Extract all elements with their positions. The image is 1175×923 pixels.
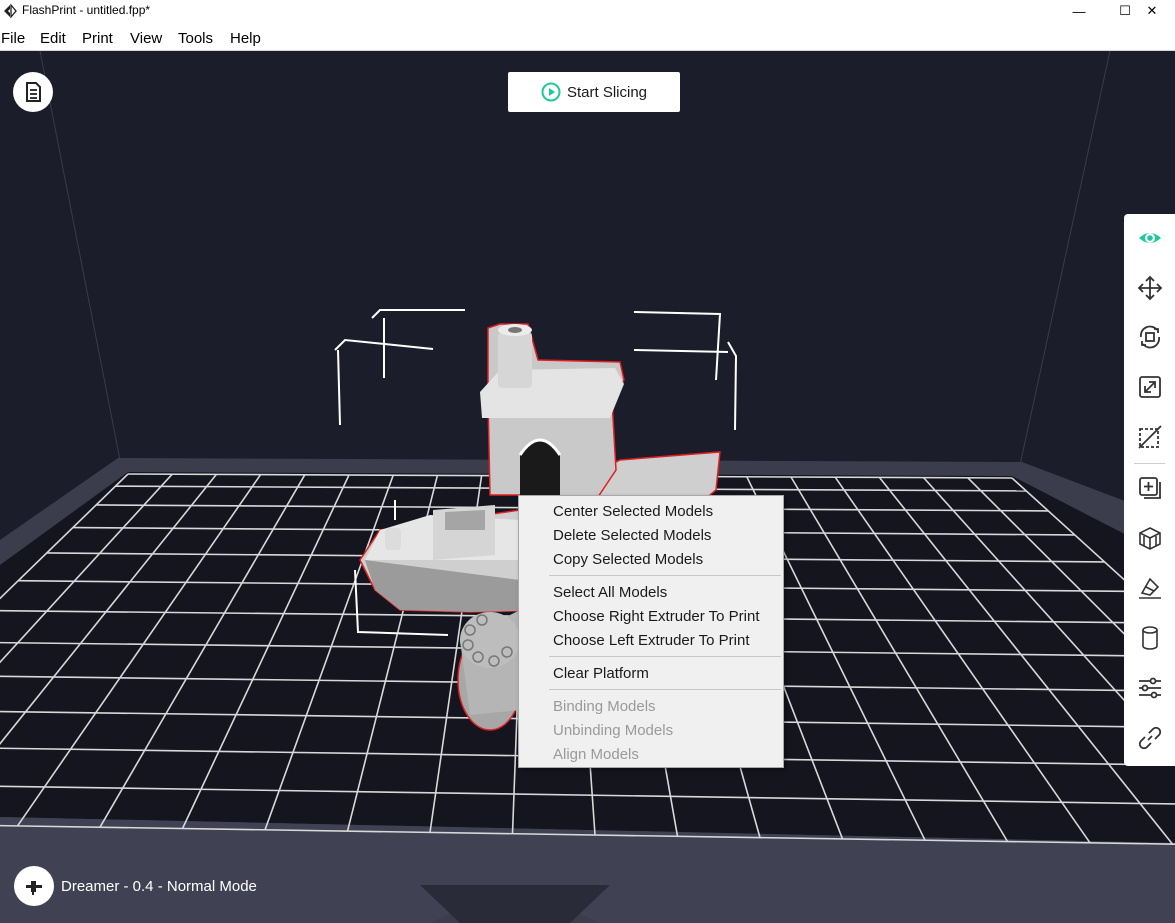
add-model-icon (1138, 477, 1161, 499)
close-button[interactable]: ✕ (1129, 0, 1175, 22)
ctx-separator (549, 575, 781, 576)
right-toolbar (1124, 214, 1175, 766)
rotate-icon (1139, 325, 1160, 349)
place-on-face-button[interactable] (1124, 565, 1175, 611)
view-eye-icon (1138, 233, 1161, 243)
ctx-separator (549, 656, 781, 657)
flashprint-logo-icon (4, 4, 17, 18)
menu-bar: File Edit Print View Tools Help (0, 22, 1175, 51)
ctx-copy-selected-models[interactable]: Copy Selected Models (553, 551, 703, 568)
move-icon (1137, 275, 1162, 301)
move-button[interactable] (1124, 265, 1175, 311)
settings-sliders-icon (1138, 677, 1161, 699)
settings-button[interactable] (1124, 665, 1175, 711)
printer-icon (26, 881, 42, 895)
play-circle-icon (541, 82, 561, 102)
ctx-clear-platform[interactable]: Clear Platform (553, 665, 649, 682)
context-menu: Center Selected Models Delete Selected M… (518, 495, 784, 768)
start-slicing-label: Start Slicing (566, 83, 648, 101)
cylinder-button[interactable] (1124, 615, 1175, 661)
minimize-icon: — (1072, 3, 1086, 19)
document-icon (26, 82, 41, 102)
menu-view[interactable]: View (130, 30, 162, 47)
supports-button[interactable] (1124, 515, 1175, 561)
scale-button[interactable] (1124, 364, 1175, 410)
ctx-choose-right-extruder[interactable]: Choose Right Extruder To Print (553, 608, 760, 625)
close-icon: ✕ (1146, 3, 1158, 18)
printer-status-text: Dreamer - 0.4 - Normal Mode (61, 878, 257, 895)
title-bar: FlashPrint - untitled.fpp* — ☐ ✕ (0, 0, 1175, 22)
view-button[interactable] (1124, 215, 1175, 261)
menu-help[interactable]: Help (230, 30, 261, 47)
build-volume-scene[interactable] (0, 51, 1175, 923)
printer-button[interactable] (14, 866, 54, 906)
menu-edit[interactable]: Edit (40, 30, 66, 47)
window-title: FlashPrint - untitled.fpp* (22, 3, 151, 17)
place-on-face-icon (1138, 577, 1161, 599)
cut-icon (1137, 425, 1162, 449)
rotate-button[interactable] (1124, 314, 1175, 360)
ctx-choose-left-extruder[interactable]: Choose Left Extruder To Print (553, 632, 750, 649)
minimize-button[interactable]: — (1056, 0, 1102, 22)
ctx-align-models: Align Models (553, 746, 639, 763)
ctx-center-selected-models[interactable]: Center Selected Models (553, 503, 713, 520)
cylinder-icon (1141, 626, 1158, 650)
start-slicing-button[interactable]: Start Slicing (508, 72, 680, 112)
project-info-button[interactable] (13, 72, 53, 112)
menu-file[interactable]: File (1, 30, 25, 47)
ctx-separator (549, 689, 781, 690)
menu-tools[interactable]: Tools (178, 30, 213, 47)
link-button[interactable] (1124, 715, 1175, 761)
ctx-select-all-models[interactable]: Select All Models (553, 584, 667, 601)
link-icon (1138, 726, 1161, 750)
ctx-binding-models: Binding Models (553, 698, 656, 715)
toolbar-divider (1134, 463, 1165, 464)
ctx-unbinding-models: Unbinding Models (553, 722, 674, 739)
ctx-delete-selected-models[interactable]: Delete Selected Models (553, 527, 711, 544)
scale-icon (1138, 376, 1161, 398)
add-model-button[interactable] (1124, 465, 1175, 511)
cut-button[interactable] (1124, 414, 1175, 460)
3d-viewport[interactable]: Start Slicing Dreamer - 0.4 - Normal Mod… (0, 51, 1175, 923)
menu-print[interactable]: Print (82, 30, 113, 47)
supports-icon (1138, 527, 1161, 550)
